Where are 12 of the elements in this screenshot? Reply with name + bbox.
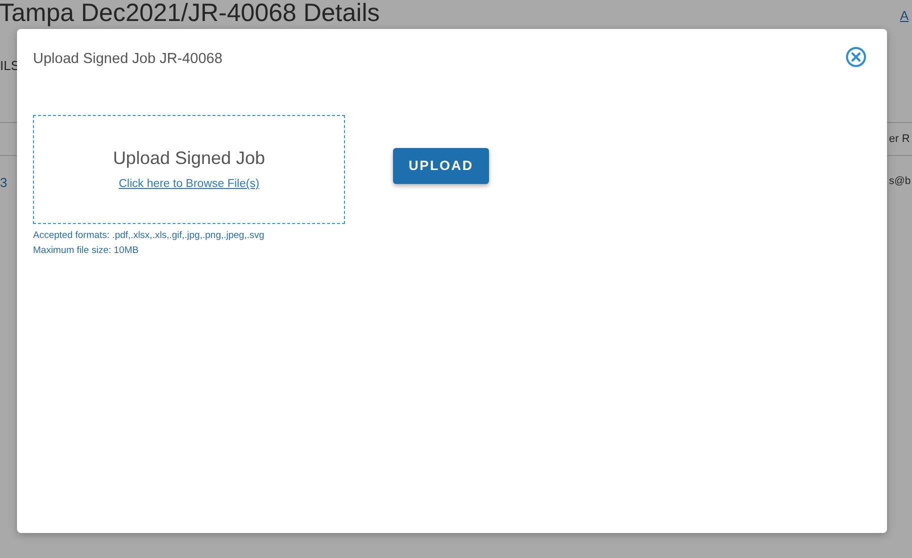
formats-note: Accepted formats: .pdf,.xlsx,.xls,.gif,.jpg,.png,.jpeg,.svg [33, 228, 266, 243]
close-icon[interactable] [845, 46, 867, 68]
dropzone-heading: Upload Signed Job [112, 147, 266, 170]
header-link[interactable]: A [900, 6, 909, 26]
browse-link[interactable]: Click here to Browse File(s) [118, 176, 260, 194]
modal-title: Upload Signed Job JR-40068 [33, 50, 222, 69]
dropzone[interactable]: Upload Signed Job Click here to Browse File(s) [33, 114, 345, 224]
column-header: er R [889, 132, 910, 147]
table-cell-text: 3 [0, 174, 8, 192]
table-cell-text: s@b [889, 174, 911, 189]
upload-button[interactable]: UPLOAD [393, 148, 489, 184]
size-note: Maximum file size: 10MB [33, 244, 140, 258]
